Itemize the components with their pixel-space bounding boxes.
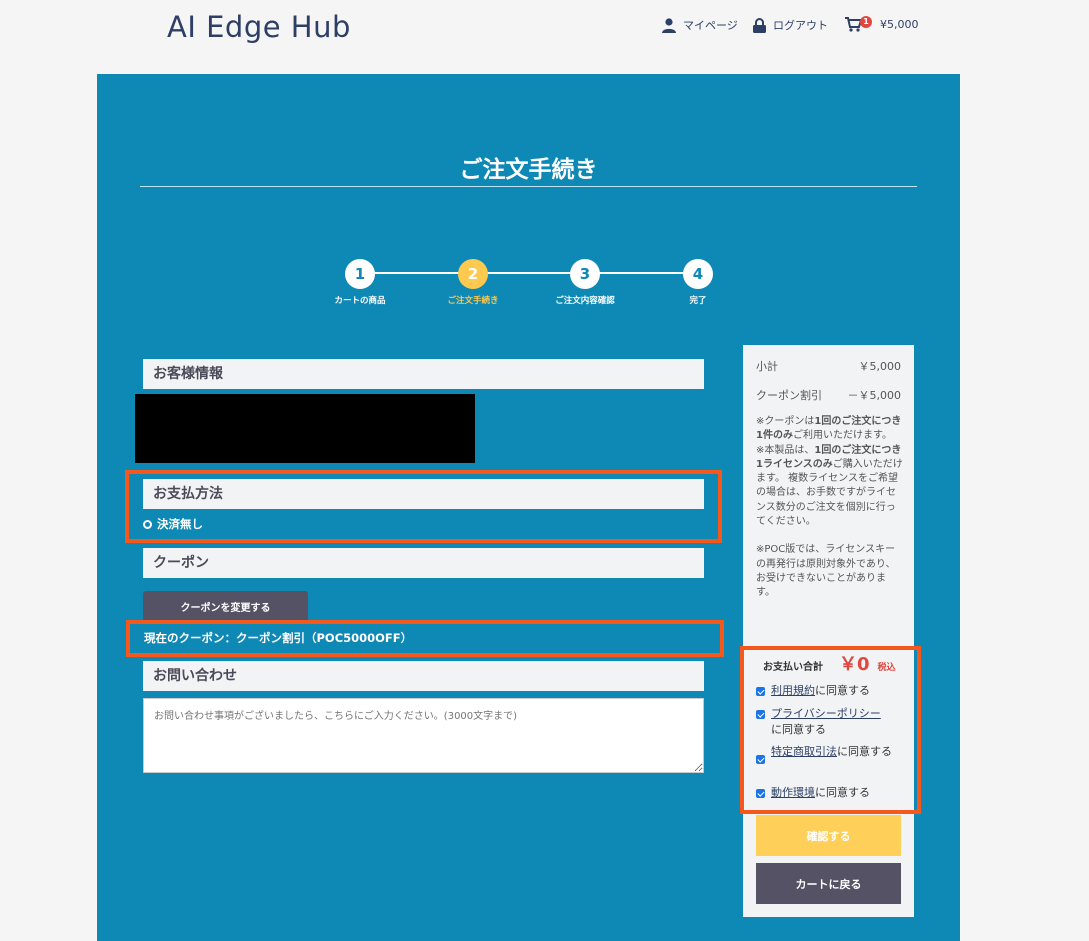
- step-complete: 4 完了: [648, 259, 748, 306]
- subtotal-label: 小計: [756, 360, 778, 373]
- step-number: 4: [683, 259, 713, 289]
- subtotal-value: ￥5,000: [858, 360, 902, 373]
- order-notes: ※クーポンは1回のご注文につき1件のみご利用いただけます。 ※本製品は、1回のご…: [756, 415, 904, 615]
- discount-row: クーポン割引 －￥5,000: [756, 387, 901, 403]
- cart-count-badge: 1: [860, 15, 872, 28]
- mypage-label: マイページ: [683, 19, 738, 32]
- coupon-heading: クーポン: [143, 548, 704, 578]
- step-label: ご注文内容確認: [555, 296, 615, 306]
- step-checkout: 2 ご注文手続き: [423, 259, 523, 306]
- inquiry-textarea[interactable]: [143, 698, 704, 773]
- site-logo[interactable]: AI Edge Hub: [167, 10, 351, 44]
- subtotal-row: 小計 ￥5,000: [756, 358, 901, 374]
- inquiry-heading: お問い合わせ: [143, 661, 704, 691]
- mypage-link[interactable]: マイページ: [662, 17, 738, 33]
- step-cart: 1 カートの商品: [310, 259, 410, 306]
- back-to-cart-button[interactable]: カートに戻る: [756, 863, 901, 904]
- user-icon: [662, 17, 676, 33]
- lock-icon: [753, 17, 766, 33]
- discount-label: クーポン割引: [756, 389, 822, 402]
- title-divider: [140, 186, 917, 187]
- poc-note: ※POC版では、ライセンスキーの再発行は原則対象外であり、お受けできないことがあ…: [756, 544, 896, 599]
- redacted-customer-info: [135, 394, 475, 463]
- checkout-panel: ご注文手続き 1 カートの商品 2 ご注文手続き 3 ご注文内容確認 4 完了 …: [97, 74, 960, 941]
- step-number: 1: [345, 259, 375, 289]
- highlight-payment: [125, 470, 722, 543]
- logout-link[interactable]: ログアウト: [753, 17, 828, 33]
- discount-value: －￥5,000: [847, 389, 902, 402]
- change-coupon-button[interactable]: クーポンを変更する: [143, 591, 308, 621]
- step-confirm: 3 ご注文内容確認: [535, 259, 635, 306]
- cart-total: ¥5,000: [880, 18, 919, 31]
- license-note: ※本製品は、1回のご注文につき1ライセンスのみご購入いただけます。 複数ライセン…: [756, 444, 903, 528]
- order-summary: 小計 ￥5,000 クーポン割引 －￥5,000 ※クーポンは1回のご注文につき…: [743, 345, 914, 917]
- step-label: 完了: [689, 296, 707, 306]
- step-label: カートの商品: [334, 296, 386, 306]
- page-title: ご注文手続き: [459, 157, 598, 183]
- step-number: 2: [458, 259, 488, 289]
- highlight-coupon: [126, 620, 724, 657]
- coupon-note: ※クーポンは1回のご注文につき1件のみご利用いただけます。: [756, 416, 902, 442]
- customer-info-heading: お客様情報: [143, 359, 704, 389]
- step-number: 3: [570, 259, 600, 289]
- confirm-button[interactable]: 確認する: [756, 815, 901, 856]
- step-label: ご注文手続き: [447, 296, 499, 306]
- cart-link[interactable]: 1 ¥5,000: [845, 15, 919, 32]
- logout-label: ログアウト: [773, 19, 828, 32]
- highlight-agreements: [740, 646, 921, 814]
